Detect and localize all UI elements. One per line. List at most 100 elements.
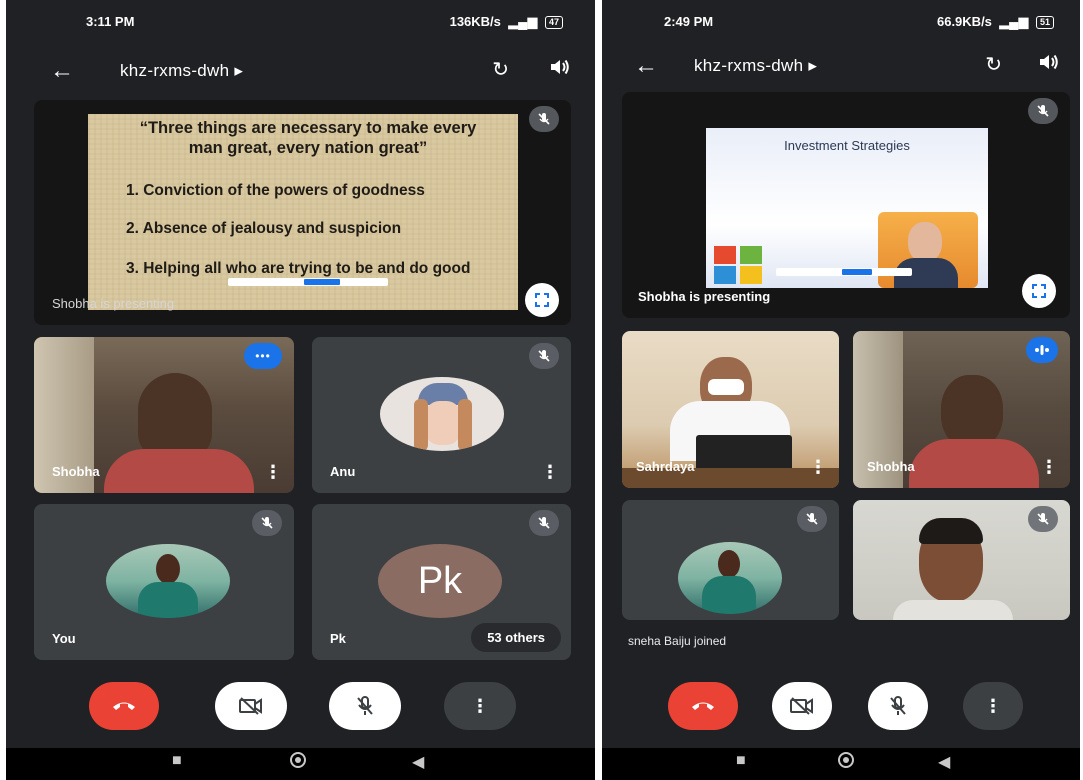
status-right: 66.9KB/s ▂▄▆ 51 — [937, 14, 1054, 30]
more-vert-icon[interactable]: ⋮ — [1040, 457, 1058, 478]
back-arrow-icon[interactable]: ← — [634, 52, 658, 80]
face-shape — [156, 554, 180, 584]
call-controls: ⋮ — [6, 682, 595, 732]
phone-right: 2:49 PM 66.9KB/s ▂▄▆ 51 ← khz-rxms-dwh ▸… — [602, 0, 1080, 780]
more-options-button[interactable]: ⋮ — [963, 682, 1023, 730]
status-time: 2:49 PM — [664, 14, 714, 29]
speaker-icon[interactable] — [549, 57, 571, 83]
home-icon[interactable] — [288, 750, 308, 776]
participant-video — [138, 373, 212, 461]
play-arrow-icon: ▸ — [234, 61, 244, 80]
face-shape — [718, 550, 740, 578]
avatar — [380, 377, 504, 451]
end-call-button[interactable] — [668, 682, 738, 730]
mic-off-icon — [1028, 98, 1058, 124]
battery-icon: 51 — [1035, 16, 1054, 30]
mask-shape — [708, 379, 744, 395]
system-nav-bar: ■ ◀ — [6, 748, 595, 780]
participant-video — [941, 375, 1003, 449]
avatar — [106, 544, 230, 618]
signal-icon: ▂▄▆ — [995, 14, 1029, 29]
participant-clothing — [909, 439, 1039, 488]
fullscreen-icon[interactable] — [1022, 274, 1056, 308]
home-icon[interactable] — [836, 750, 856, 775]
meeting-header: ← khz-rxms-dwh ▸ ↻ — [6, 52, 595, 92]
speaking-indicator-icon — [1026, 337, 1058, 363]
mic-off-icon — [529, 343, 559, 369]
clothing-shape — [893, 600, 1013, 620]
join-notification: sneha Baiju joined — [628, 634, 727, 648]
participant-tile[interactable]: Anu ⋮ — [312, 337, 571, 493]
participant-tile[interactable] — [622, 500, 839, 620]
participant-name: Anu — [330, 464, 356, 479]
mic-off-icon — [797, 506, 827, 532]
net-speed: 136KB/s — [449, 14, 501, 29]
shared-slide: “Three things are necessary to make ever… — [88, 114, 518, 310]
end-call-button[interactable] — [89, 682, 159, 730]
avatar: Pk — [378, 544, 502, 618]
clothing-shape — [702, 576, 756, 614]
more-options-button[interactable]: ⋮ — [444, 682, 516, 730]
participant-name: Shobha — [867, 459, 915, 474]
fullscreen-icon[interactable] — [525, 283, 559, 317]
slide-item: 2. Absence of jealousy and suspicion — [126, 220, 402, 237]
participant-tile[interactable] — [853, 500, 1070, 620]
participant-tile[interactable]: Shobha ⋮ — [853, 331, 1070, 488]
video-off-button[interactable] — [772, 682, 832, 730]
presentation-tile[interactable]: “Three things are necessary to make ever… — [34, 100, 571, 325]
participant-clothing — [104, 449, 254, 493]
avatar — [678, 542, 782, 614]
play-arrow-icon: ▸ — [808, 56, 818, 75]
windows-logo-image — [708, 242, 774, 288]
more-vert-icon[interactable]: ⋮ — [264, 462, 282, 483]
presentation-tile[interactable]: Investment Strategies Shobha is presenti… — [622, 92, 1070, 318]
slide-title: “Three things are necessary to make ever… — [139, 119, 477, 157]
stop-sharing-bar — [228, 278, 388, 286]
face-shape — [424, 401, 462, 445]
others-count[interactable]: 53 others — [471, 623, 561, 652]
speaker-icon[interactable] — [1038, 52, 1060, 78]
meeting-code[interactable]: khz-rxms-dwh ▸ — [120, 61, 243, 81]
hair-shape — [919, 518, 983, 544]
more-vert-icon[interactable]: ⋮ — [541, 462, 559, 483]
participant-tile[interactable]: ••• Shobha ⋮ — [34, 337, 294, 493]
photo-image — [878, 212, 978, 288]
meeting-code-text: khz-rxms-dwh — [694, 56, 804, 75]
net-speed: 66.9KB/s — [936, 14, 992, 29]
participant-tile[interactable]: You — [34, 504, 294, 660]
phone-left: 3:11 PM 136KB/s ▂▄▆ 47 ← khz-rxms-dwh ▸ … — [6, 0, 595, 780]
presenting-label: Shobha is presenting — [638, 289, 771, 304]
status-bar: 3:11 PM 136KB/s ▂▄▆ 47 — [6, 0, 595, 42]
clothing-shape — [138, 582, 198, 618]
mic-off-icon — [529, 510, 559, 536]
mic-off-button[interactable] — [868, 682, 928, 730]
participant-tile[interactable]: Pk Pk 53 others — [312, 504, 571, 660]
participant-name: You — [52, 631, 76, 646]
call-controls: ⋮ — [602, 682, 1080, 732]
stop-sharing-button — [842, 269, 872, 275]
hair-shape — [458, 399, 472, 451]
meeting-code[interactable]: khz-rxms-dwh ▸ — [694, 56, 817, 76]
more-horiz-icon: ••• — [244, 343, 282, 369]
recents-icon[interactable]: ■ — [172, 752, 182, 770]
nav-back-icon[interactable]: ◀ — [938, 752, 950, 772]
camera-switch-icon[interactable]: ↻ — [492, 57, 509, 82]
shared-slide: Investment Strategies — [706, 128, 988, 288]
stop-sharing-bar — [776, 268, 912, 276]
camera-switch-icon[interactable]: ↻ — [985, 52, 1002, 77]
status-bar: 2:49 PM 66.9KB/s ▂▄▆ 51 — [602, 0, 1080, 42]
system-nav-bar: ■ ◀ — [602, 748, 1080, 780]
back-arrow-icon[interactable]: ← — [50, 57, 74, 85]
presenting-label: Shobha is presenting — [52, 296, 175, 311]
recents-icon[interactable]: ■ — [736, 752, 746, 770]
nav-back-icon[interactable]: ◀ — [412, 752, 424, 772]
participant-tile[interactable]: Sahrdaya ⋮ — [622, 331, 839, 488]
slide-item: 1. Conviction of the powers of goodness — [126, 182, 425, 199]
participant-name: Sahrdaya — [636, 459, 695, 474]
mic-off-icon — [252, 510, 282, 536]
video-off-button[interactable] — [215, 682, 287, 730]
more-vert-icon[interactable]: ⋮ — [809, 457, 827, 478]
participant-name: Pk — [330, 631, 346, 646]
mic-off-button[interactable] — [329, 682, 401, 730]
status-time: 3:11 PM — [86, 14, 135, 29]
